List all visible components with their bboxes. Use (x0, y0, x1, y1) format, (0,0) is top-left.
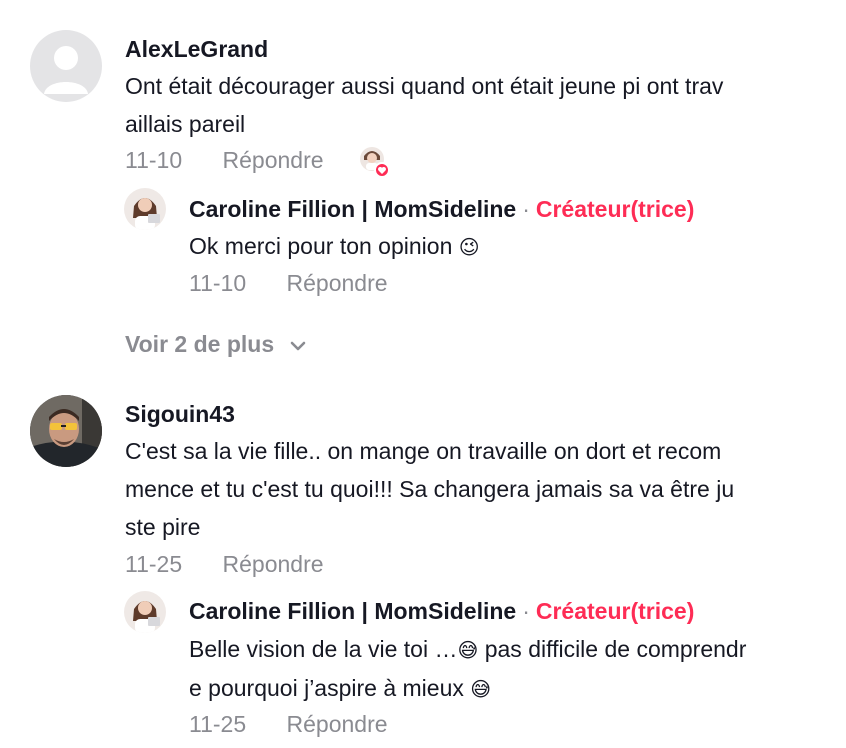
comment-line: ste pire (125, 514, 201, 540)
reply-line: e pourquoi j’aspire à mieux 😅 (189, 669, 829, 708)
separator-dot: · (522, 598, 530, 624)
creator-liked-badge (358, 146, 390, 178)
reply-text-content: pas difficile de comprendr (478, 636, 747, 662)
view-more-replies-button[interactable]: Voir 2 de plus (125, 331, 307, 358)
comment-line: mence et tu c'est tu quoi!!! Sa changera… (125, 476, 735, 502)
reply-text: Ok merci pour ton opinion 😉 (189, 227, 480, 266)
comment-username[interactable]: Sigouin43 (125, 401, 235, 428)
grinning-sweat-icon: 😅 (457, 638, 479, 662)
reply-button[interactable]: Répondre (223, 551, 324, 577)
reply-avatar[interactable] (124, 591, 166, 633)
creator-avatar-icon (133, 601, 160, 633)
reply-date: 11-25 (189, 711, 247, 737)
avatar[interactable] (30, 395, 102, 467)
reply-meta: 11-10 Répondre (189, 270, 422, 297)
comment-username[interactable]: AlexLeGrand (125, 36, 268, 63)
reply-header: Caroline Fillion | MomSideline · Créateur(… (189, 598, 694, 625)
reply-button[interactable]: Répondre (287, 270, 388, 296)
heart-badge-icon (360, 147, 390, 178)
winking-face-icon: 😉 (458, 235, 480, 259)
comment-date: 11-25 (125, 551, 183, 577)
chevron-down-icon (290, 341, 305, 351)
reply-line: Belle vision de la vie toi …😅 pas diffic… (189, 630, 829, 669)
comment-text: Ont était décourager aussi quand ont éta… (125, 67, 825, 143)
comment-line: C'est sa la vie fille.. on mange on trav… (125, 438, 722, 464)
reply-header: Caroline Fillion | MomSideline · Créateur(… (189, 196, 694, 223)
avatar[interactable] (30, 30, 102, 102)
reply-username[interactable]: Caroline Fillion | MomSideline (189, 196, 516, 222)
creator-badge: Créateur(trice) (535, 196, 695, 222)
comment-line: aillais pareil (125, 111, 246, 137)
reply-username[interactable]: Caroline Fillion | MomSideline (189, 598, 516, 624)
view-more-label: Voir 2 de plus (125, 331, 275, 357)
default-avatar-icon (44, 46, 88, 94)
comment-meta: 11-10 Répondre (125, 147, 358, 174)
reply-text-content: Belle vision de la vie toi … (189, 636, 458, 662)
reply-text-content: Ok merci pour ton opinion (189, 233, 453, 259)
comment-meta: 11-25 Répondre (125, 551, 358, 578)
creator-badge: Créateur(trice) (535, 598, 695, 624)
reply-text: Belle vision de la vie toi …😅 pas diffic… (189, 630, 829, 708)
comment-line: Ont était décourager aussi quand ont éta… (125, 73, 724, 99)
user-photo-avatar-icon (30, 395, 102, 467)
reply-avatar[interactable] (124, 188, 166, 230)
reply-meta: 11-25 Répondre (189, 711, 422, 738)
grinning-sweat-icon: 😅 (470, 677, 492, 701)
reply-button[interactable]: Répondre (223, 147, 324, 173)
reply-text-content: e pourquoi j’aspire à mieux (189, 675, 471, 701)
comment-date: 11-10 (125, 147, 183, 173)
separator-dot: · (522, 196, 530, 222)
creator-avatar-icon (133, 198, 160, 230)
reply-button[interactable]: Répondre (287, 711, 388, 737)
reply-date: 11-10 (189, 270, 247, 296)
comment-text: C'est sa la vie fille.. on mange on trav… (125, 432, 825, 546)
